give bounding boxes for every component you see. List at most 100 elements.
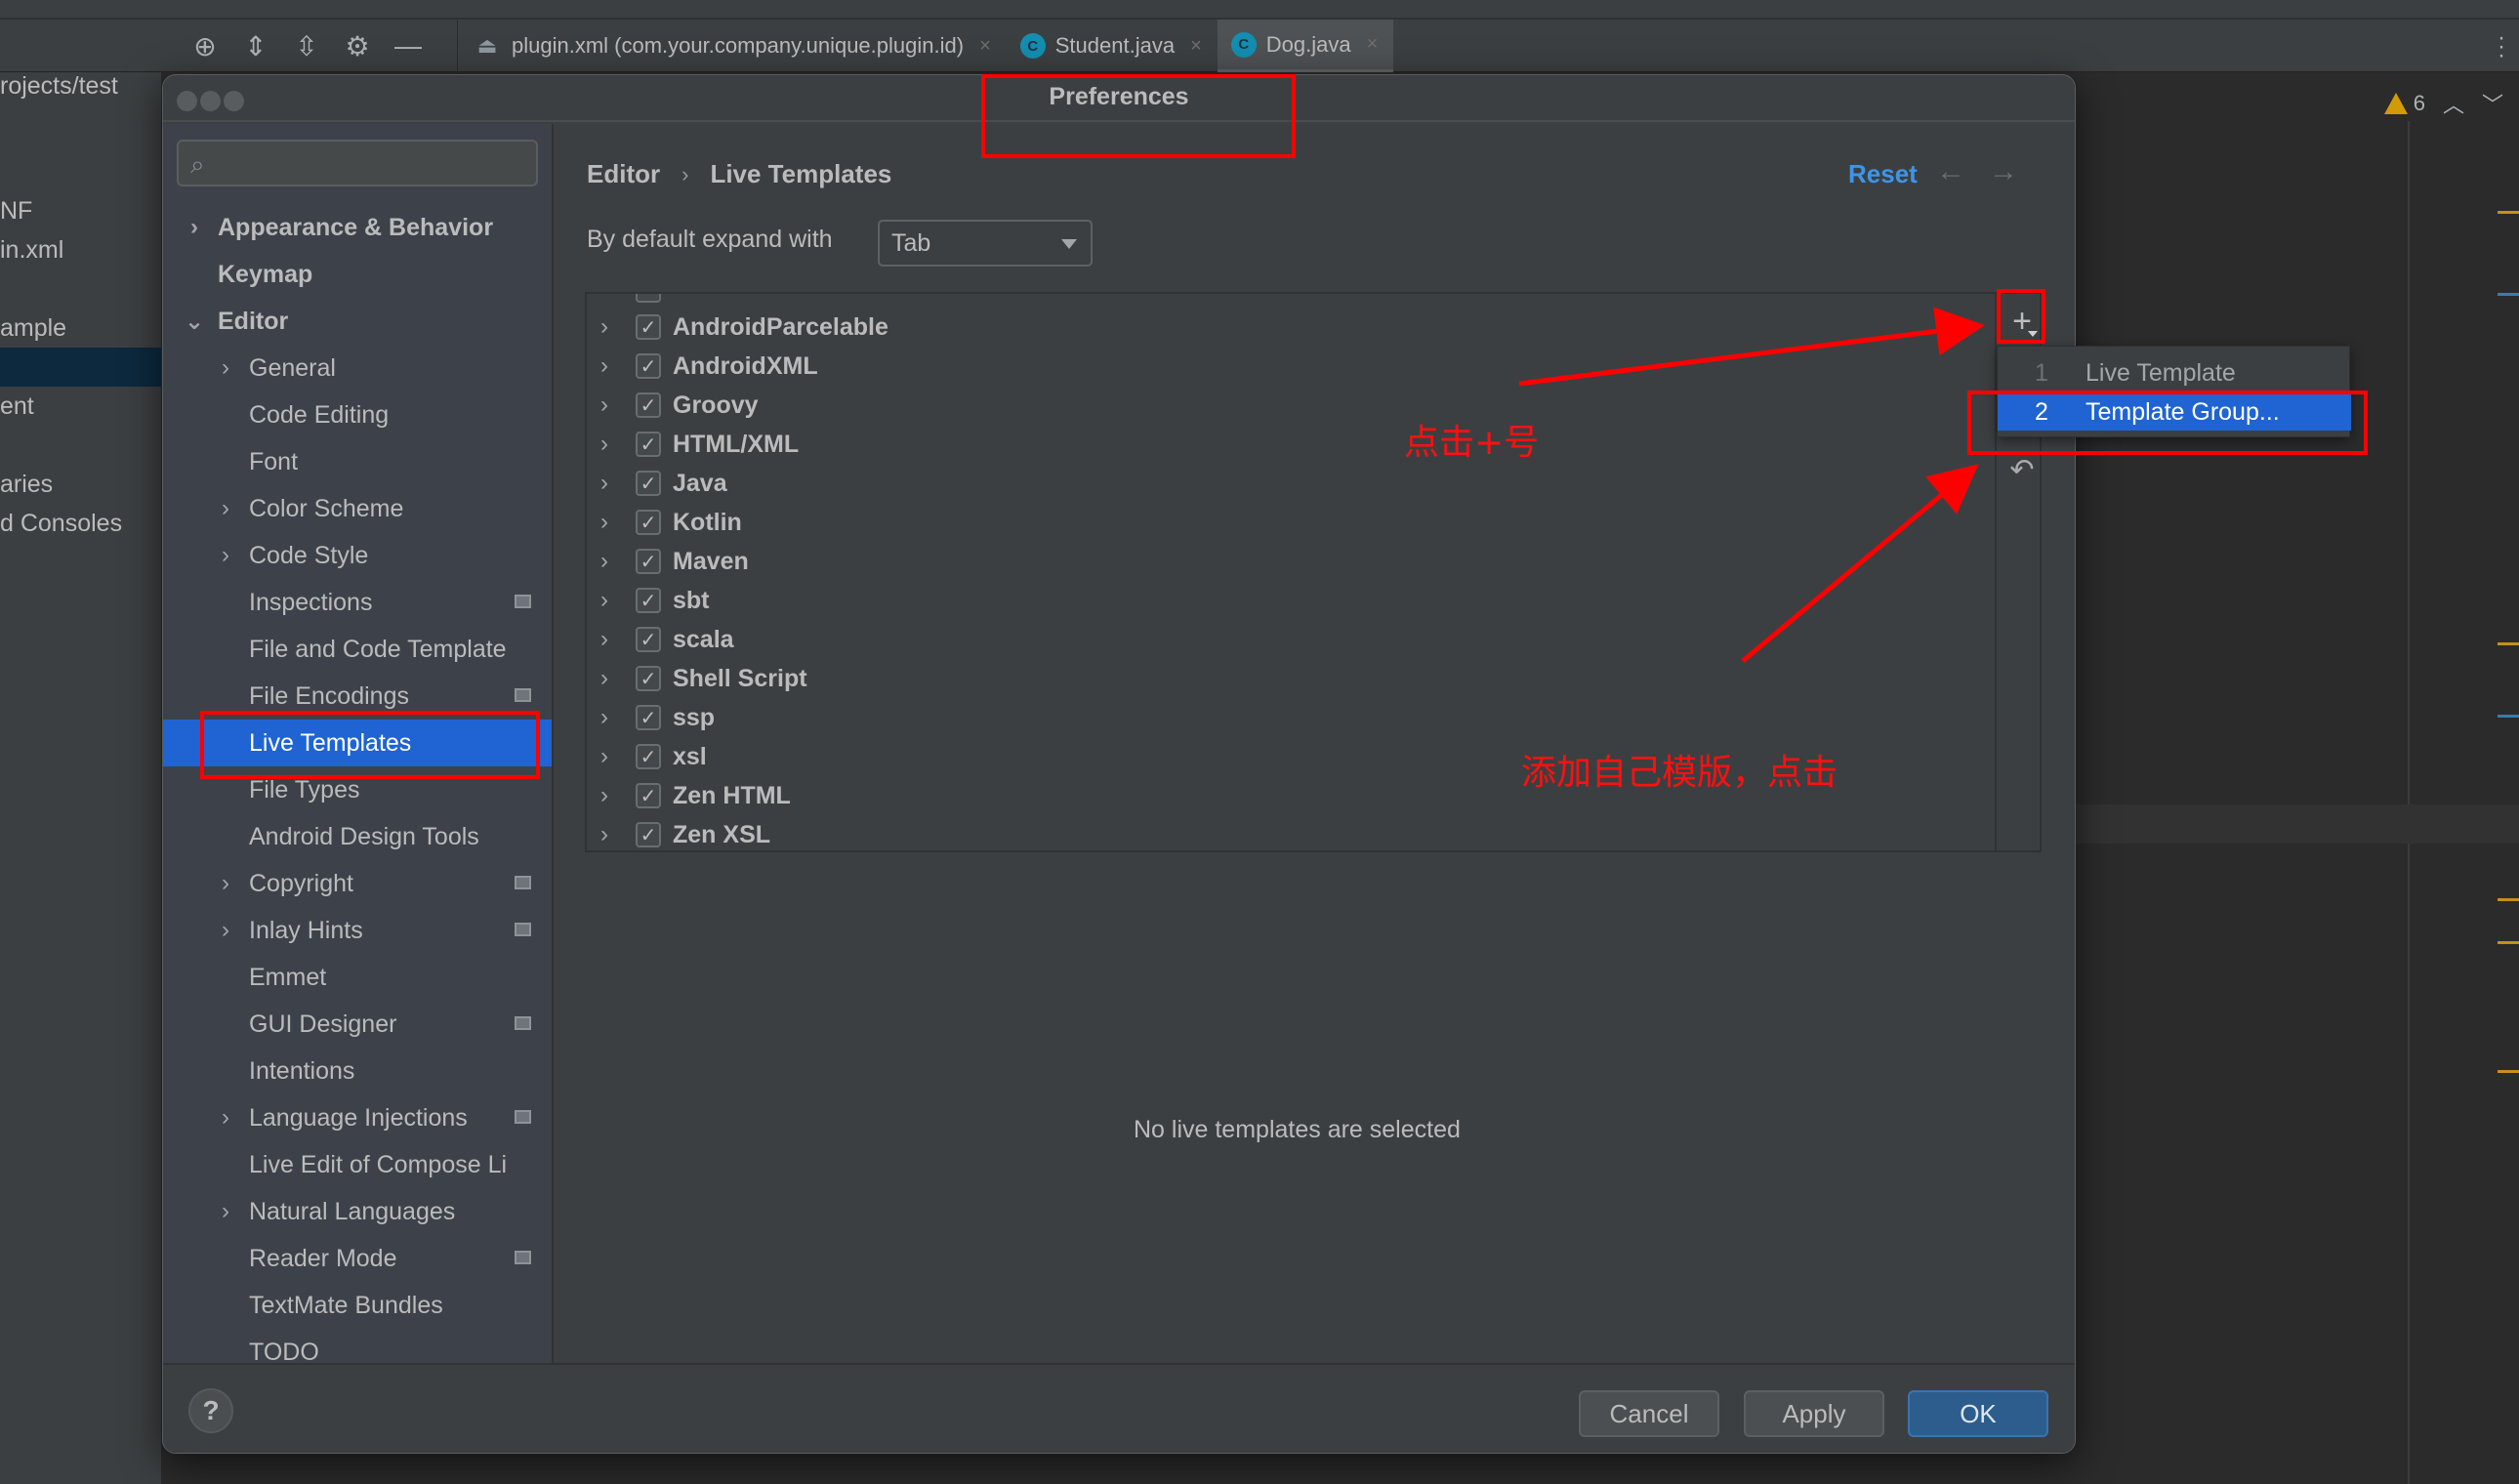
template-group-row[interactable]: › ✓ Kotlin <box>587 503 1995 542</box>
settings-search-input[interactable] <box>227 145 520 181</box>
sidebar-item-copyright[interactable]: › Copyright <box>163 860 552 907</box>
template-group-row[interactable]: › ✓ Java <box>587 464 1995 503</box>
more-options-icon[interactable]: · · · <box>2498 26 2505 67</box>
next-highlight-icon[interactable]: ﹀ <box>2482 88 2503 119</box>
sidebar-item-android-design-tools[interactable]: Android Design Tools <box>163 813 552 860</box>
close-icon[interactable]: × <box>1367 33 1379 56</box>
chevron-right-icon[interactable]: › <box>600 392 608 419</box>
sidebar-item-code-editing[interactable]: Code Editing <box>163 392 552 438</box>
project-tree-selected-row[interactable] <box>0 348 161 387</box>
chevron-right-icon[interactable]: › <box>600 704 608 731</box>
chevron-right-icon[interactable]: › <box>216 354 235 382</box>
template-group-row[interactable]: › ✓ AndroidXML <box>587 347 1995 386</box>
chevron-right-icon[interactable]: › <box>600 352 608 380</box>
checkbox[interactable] <box>636 294 661 303</box>
collapse-all-icon[interactable]: ⇳ <box>292 31 321 62</box>
chevron-right-icon[interactable]: › <box>600 509 608 536</box>
chevron-right-icon[interactable]: › <box>600 313 608 341</box>
expand-all-icon[interactable]: ⇕ <box>241 31 270 62</box>
chevron-right-icon[interactable]: › <box>600 821 608 848</box>
sidebar-item-file-and-code-template[interactable]: File and Code Template <box>163 626 552 673</box>
template-group-checkbox[interactable]: ✓ <box>636 510 661 535</box>
sidebar-item-inlay-hints[interactable]: › Inlay Hints <box>163 907 552 954</box>
menu-item-live-template[interactable]: 1 Live Template <box>1998 354 2351 392</box>
chevron-right-icon[interactable]: › <box>216 917 235 944</box>
sidebar-item-intentions[interactable]: Intentions <box>163 1048 552 1094</box>
tab-dog-java[interactable]: C Dog.java × <box>1217 20 1394 72</box>
project-tree-item[interactable]: d Consoles <box>0 510 122 538</box>
minimize-icon[interactable]: — <box>393 30 423 61</box>
sidebar-item-inspections[interactable]: Inspections <box>163 579 552 626</box>
chevron-right-icon[interactable]: › <box>216 1198 235 1225</box>
sidebar-item-emmet[interactable]: Emmet <box>163 954 552 1001</box>
template-group-row[interactable]: › ✓ Groovy <box>587 386 1995 425</box>
sidebar-item-code-style[interactable]: › Code Style <box>163 532 552 579</box>
chevron-right-icon[interactable]: › <box>600 626 608 653</box>
chevron-right-icon[interactable]: › <box>216 870 235 897</box>
warning-marker[interactable] <box>2498 898 2519 901</box>
sidebar-item-todo[interactable]: TODO <box>163 1329 552 1364</box>
chevron-right-icon[interactable]: › <box>600 431 608 458</box>
expand-with-dropdown[interactable]: Tab <box>878 220 1093 267</box>
sidebar-item-natural-languages[interactable]: › Natural Languages <box>163 1188 552 1235</box>
previous-highlight-icon[interactable]: ︿ <box>2443 88 2464 119</box>
template-group-row[interactable]: › ✓ Zen XSL <box>587 815 1995 850</box>
ok-button[interactable]: OK <box>1908 1390 2048 1437</box>
template-group-checkbox[interactable]: ✓ <box>636 783 661 808</box>
tab-plugin-xml[interactable]: ⏏ plugin.xml (com.your.company.unique.pl… <box>459 20 1007 72</box>
reset-link[interactable]: Reset <box>1848 159 1918 189</box>
breadcrumb-parent[interactable]: Editor <box>587 159 660 189</box>
info-marker[interactable] <box>2498 293 2519 296</box>
sidebar-item-textmate-bundles[interactable]: TextMate Bundles <box>163 1282 552 1329</box>
project-tree-item[interactable]: ample <box>0 314 66 343</box>
template-group-checkbox[interactable]: ✓ <box>636 549 661 574</box>
sidebar-item-general[interactable]: › General <box>163 345 552 392</box>
chevron-right-icon[interactable]: › <box>600 665 608 692</box>
template-group-checkbox[interactable]: ✓ <box>636 666 661 691</box>
sidebar-item-reader-mode[interactable]: Reader Mode <box>163 1235 552 1282</box>
template-group-row[interactable]: › ✓ sbt <box>587 581 1995 620</box>
project-tree-item[interactable]: NF <box>0 197 32 226</box>
template-group-checkbox[interactable]: ✓ <box>636 314 661 340</box>
settings-search-field[interactable]: ⌕ <box>177 140 538 186</box>
sidebar-item-keymap[interactable]: Keymap <box>163 251 552 298</box>
template-group-checkbox[interactable]: ✓ <box>636 705 661 730</box>
close-icon[interactable]: × <box>1190 35 1202 58</box>
template-group-checkbox[interactable]: ✓ <box>636 822 661 847</box>
chevron-right-icon[interactable]: › <box>216 542 235 569</box>
template-group-checkbox[interactable]: ✓ <box>636 744 661 769</box>
chevron-right-icon[interactable]: › <box>600 587 608 614</box>
template-group-row[interactable]: › ✓ Shell Script <box>587 659 1995 698</box>
project-tree-item[interactable]: in.xml <box>0 236 63 265</box>
back-arrow-icon[interactable]: ← <box>1936 155 1965 188</box>
template-group-row[interactable]: › ✓ scala <box>587 620 1995 659</box>
close-icon[interactable]: × <box>979 35 991 58</box>
sidebar-item-appearance-behavior[interactable]: › Appearance & Behavior <box>163 204 552 251</box>
chevron-right-icon[interactable]: › <box>600 470 608 497</box>
warning-marker[interactable] <box>2498 941 2519 944</box>
info-marker[interactable] <box>2498 715 2519 718</box>
gear-icon[interactable]: ⚙ <box>343 31 372 62</box>
sidebar-item-language-injections[interactable]: › Language Injections <box>163 1094 552 1141</box>
project-tree-item[interactable]: aries <box>0 471 53 499</box>
template-group-row[interactable]: › ✓ AndroidParcelable <box>587 308 1995 347</box>
forward-arrow-icon[interactable]: → <box>1989 155 2018 188</box>
warning-marker[interactable] <box>2498 1070 2519 1073</box>
chevron-down-icon[interactable]: ⌄ <box>185 308 204 336</box>
chevron-right-icon[interactable]: › <box>216 495 235 522</box>
template-group-checkbox[interactable]: ✓ <box>636 627 661 652</box>
locate-icon[interactable]: ⊕ <box>190 31 220 62</box>
code-editor[interactable]: 6 ︿ ﹀ <box>2076 72 2519 1484</box>
chevron-right-icon[interactable]: › <box>600 548 608 575</box>
inspection-widget[interactable]: 6 ︿ ﹀ <box>2383 88 2503 119</box>
chevron-right-icon[interactable]: › <box>185 214 204 241</box>
chevron-right-icon[interactable]: › <box>600 782 608 809</box>
warning-marker[interactable] <box>2498 642 2519 645</box>
template-group-checkbox[interactable]: ✓ <box>636 471 661 496</box>
restore-defaults-button[interactable]: ↶ <box>2004 450 2040 489</box>
sidebar-item-font[interactable]: Font <box>163 438 552 485</box>
warning-marker[interactable] <box>2498 211 2519 214</box>
project-tree-item[interactable]: rojects/test <box>0 72 118 101</box>
sidebar-item-gui-designer[interactable]: GUI Designer <box>163 1001 552 1048</box>
sidebar-item-color-scheme[interactable]: › Color Scheme <box>163 485 552 532</box>
